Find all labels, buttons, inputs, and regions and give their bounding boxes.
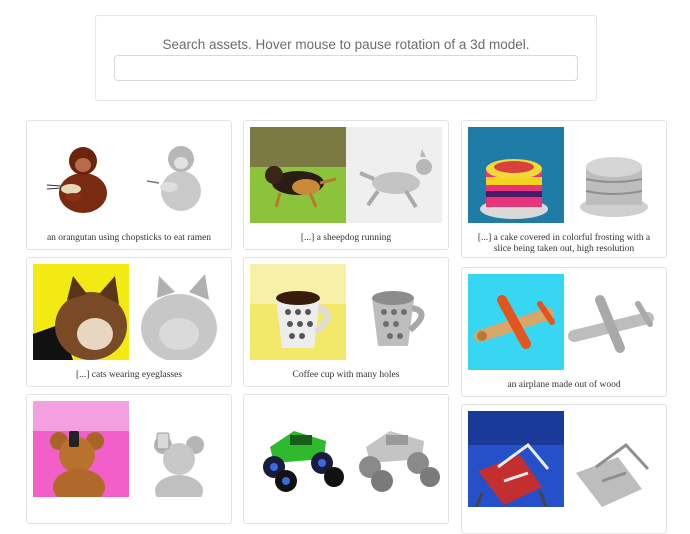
asset-image bbox=[33, 127, 129, 223]
cake-model-icon bbox=[564, 127, 660, 223]
dog-icon bbox=[250, 127, 346, 223]
asset-image bbox=[250, 401, 346, 497]
asset-image bbox=[33, 264, 129, 360]
cat-icon bbox=[33, 264, 129, 360]
asset-card-teddy-bear[interactable] bbox=[26, 394, 232, 524]
orangutan-model-icon bbox=[129, 127, 225, 223]
asset-3d-render bbox=[346, 264, 442, 360]
asset-caption: [...] cats wearing eyeglasses bbox=[75, 370, 183, 380]
airplane-icon bbox=[468, 274, 564, 370]
dog-model-icon bbox=[346, 127, 442, 223]
cake-icon bbox=[468, 127, 564, 223]
teddy-bear-model-icon bbox=[129, 401, 225, 497]
teddy-bear-icon bbox=[33, 401, 129, 497]
chair-model-icon bbox=[564, 411, 660, 507]
asset-card-cake[interactable]: [...] a cake covered in colorful frostin… bbox=[461, 120, 667, 258]
asset-card-orangutan[interactable]: an orangutan using chopsticks to eat ram… bbox=[26, 120, 232, 250]
asset-card-coffee-cup[interactable]: Coffee cup with many holes bbox=[243, 257, 449, 387]
cup-icon bbox=[250, 264, 346, 360]
asset-caption: Coffee cup with many holes bbox=[292, 370, 400, 380]
asset-image bbox=[33, 401, 129, 497]
monster-truck-icon bbox=[250, 401, 346, 497]
asset-3d-render bbox=[564, 411, 660, 507]
asset-3d-render bbox=[129, 401, 225, 497]
asset-card-monster-truck[interactable] bbox=[243, 394, 449, 524]
search-panel: Search assets. Hover mouse to pause rota… bbox=[95, 15, 597, 101]
asset-image bbox=[468, 127, 564, 223]
airplane-model-icon bbox=[564, 274, 660, 370]
asset-image bbox=[468, 274, 564, 370]
asset-caption: [...] a sheepdog running bbox=[300, 233, 392, 243]
chair-icon bbox=[468, 411, 564, 507]
asset-3d-render bbox=[129, 264, 225, 360]
search-instructions: Search assets. Hover mouse to pause rota… bbox=[162, 37, 530, 52]
asset-caption: [...] a cake covered in colorful frostin… bbox=[477, 233, 651, 254]
asset-3d-render bbox=[129, 127, 225, 223]
asset-image bbox=[468, 411, 564, 507]
asset-3d-render bbox=[346, 127, 442, 223]
monster-truck-model-icon bbox=[346, 401, 442, 497]
asset-3d-render bbox=[564, 274, 660, 370]
asset-3d-render bbox=[346, 401, 442, 497]
asset-caption: an airplane made out of wood bbox=[507, 380, 621, 390]
cup-model-icon bbox=[346, 264, 442, 360]
asset-card-chair[interactable] bbox=[461, 404, 667, 534]
asset-3d-render bbox=[564, 127, 660, 223]
asset-image bbox=[250, 127, 346, 223]
search-input[interactable] bbox=[114, 55, 578, 81]
asset-card-airplane[interactable]: an airplane made out of wood bbox=[461, 267, 667, 397]
asset-caption: an orangutan using chopsticks to eat ram… bbox=[46, 233, 212, 243]
cat-model-icon bbox=[129, 264, 225, 360]
asset-image bbox=[250, 264, 346, 360]
asset-card-cat[interactable]: [...] cats wearing eyeglasses bbox=[26, 257, 232, 387]
asset-card-sheepdog[interactable]: [...] a sheepdog running bbox=[243, 120, 449, 250]
orangutan-icon bbox=[33, 127, 129, 223]
